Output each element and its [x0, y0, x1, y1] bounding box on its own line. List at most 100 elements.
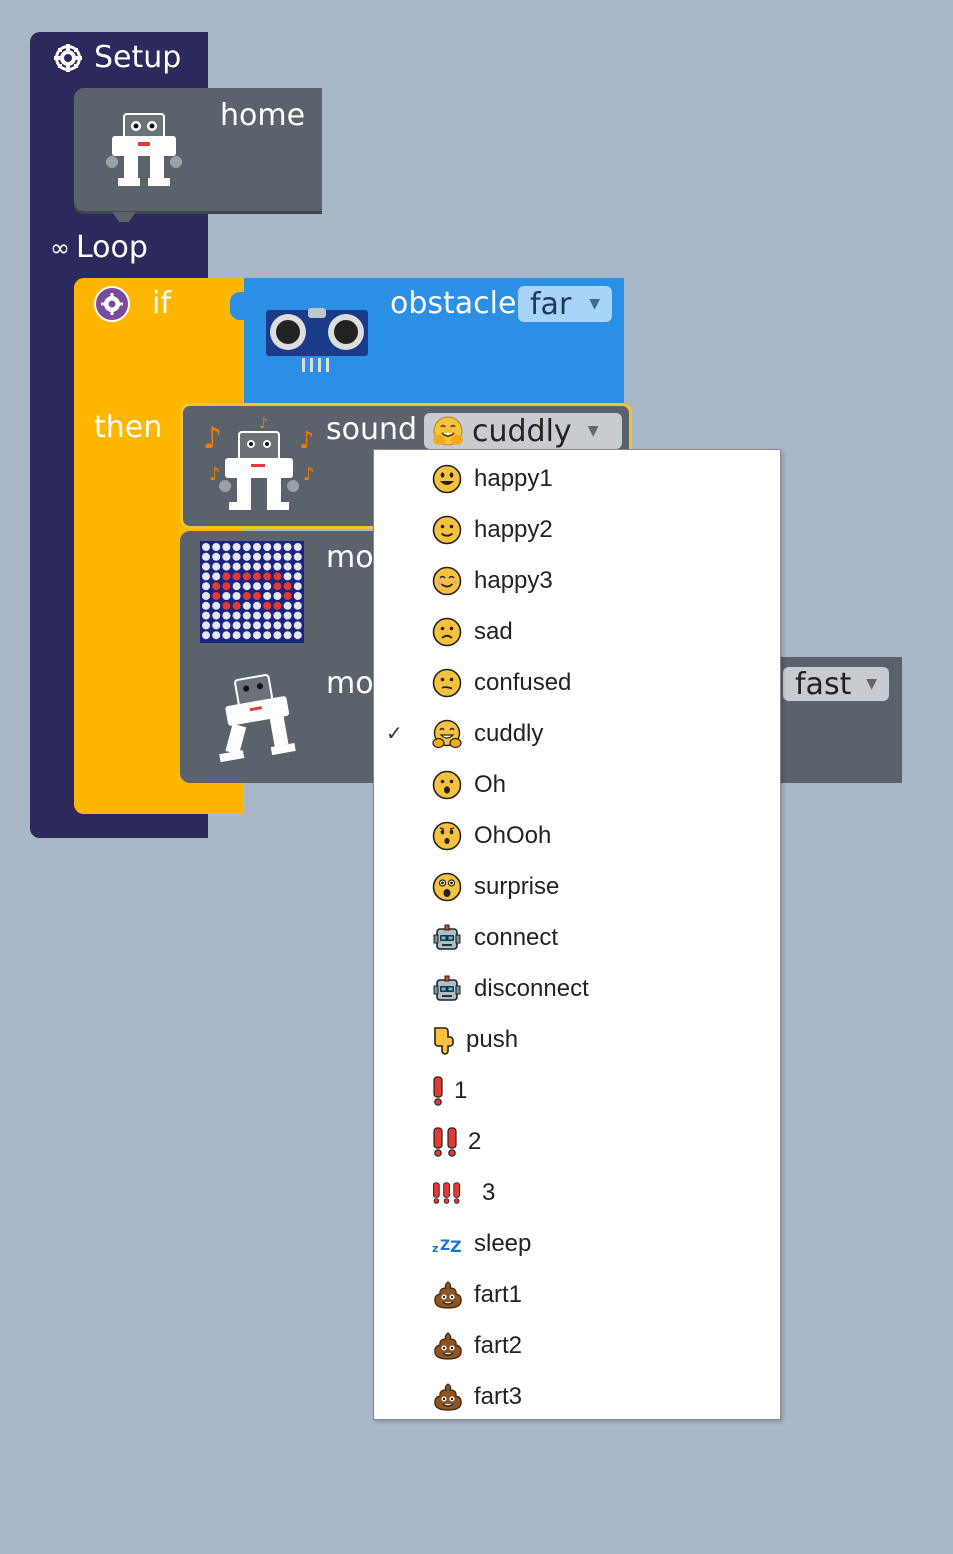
led-dot: [263, 631, 272, 640]
led-dot: [273, 631, 282, 640]
led-dot: [253, 621, 261, 630]
led-dot: [263, 611, 272, 620]
menu-item-push[interactable]: push: [374, 1014, 780, 1065]
led-dot: [212, 562, 221, 571]
menu-item-oh[interactable]: Oh: [374, 759, 780, 810]
menu-item-sad[interactable]: sad: [374, 606, 780, 657]
open-mouth-face-icon: [432, 770, 464, 800]
robot-icon: [106, 113, 182, 186]
led-dot: [202, 562, 210, 571]
led-dot: [232, 582, 241, 591]
menu-item-fart3[interactable]: fart3: [374, 1371, 780, 1422]
mutator-gear-icon[interactable]: [94, 286, 130, 322]
smiling-face-icon: [432, 566, 464, 596]
speed-dropdown[interactable]: fast ▼: [783, 667, 889, 702]
menu-item-label: fart2: [474, 1331, 523, 1359]
menu-item-ohooh[interactable]: OhOoh: [374, 810, 780, 861]
puzzle-tab: [230, 292, 248, 320]
poop-icon: [432, 1382, 464, 1412]
led-dot: [212, 592, 221, 600]
menu-item-label: push: [466, 1025, 519, 1053]
if-block-footer: [74, 796, 244, 814]
menu-item-surprise[interactable]: surprise: [374, 861, 780, 912]
menu-item-confused[interactable]: confused: [374, 657, 780, 708]
led-dot: [293, 582, 302, 591]
dropdown-arrow-icon: ▼: [866, 676, 877, 692]
led-dot: [202, 601, 210, 610]
led-dot: [253, 552, 261, 561]
led-dot: [212, 611, 221, 620]
exclamation-2-icon: [432, 1126, 464, 1157]
menu-item-label: happy3: [474, 566, 553, 594]
gear-small-icon: [101, 293, 123, 315]
led-dot: [273, 621, 282, 630]
led-dot: [253, 543, 261, 551]
menu-item-3[interactable]: 3: [374, 1167, 780, 1218]
poop-icon: [432, 1331, 464, 1361]
led-dot: [222, 582, 231, 591]
led-dot: [212, 631, 221, 640]
sound-dropdown[interactable]: cuddly ▼: [424, 413, 622, 449]
led-dot: [212, 621, 221, 630]
led-dot: [212, 601, 221, 610]
svg-text:♪: ♪: [299, 426, 314, 454]
led-dot: [293, 631, 302, 640]
menu-item-fart1[interactable]: fart1: [374, 1269, 780, 1320]
led-dot: [212, 552, 221, 561]
led-dot: [263, 572, 272, 581]
menu-item-label: fart1: [474, 1280, 523, 1308]
led-dot: [222, 611, 231, 620]
menu-item-happy1[interactable]: happy1: [374, 453, 780, 504]
led-dot: [232, 543, 241, 551]
led-dot: [222, 621, 231, 630]
led-dot: [232, 611, 241, 620]
sound-dropdown-menu: happy1 happy2 happy3 sad confused ✓ cudd…: [373, 449, 781, 1420]
led-dot: [273, 572, 282, 581]
distance-dropdown[interactable]: far ▼: [518, 286, 612, 322]
led-dot: [273, 543, 282, 551]
led-dot: [242, 572, 251, 581]
astonished-face-icon: [432, 872, 464, 902]
menu-item-label: 2: [468, 1127, 482, 1155]
slightly-smiling-face-icon: [432, 515, 464, 545]
menu-item-label: surprise: [474, 872, 560, 900]
menu-item-label: fart3: [474, 1382, 523, 1410]
led-dot: [242, 621, 251, 630]
led-dot: [232, 631, 241, 640]
hugging-face-icon: [433, 416, 463, 446]
led-dot: [212, 543, 221, 551]
walking-robot-icon: [219, 674, 296, 763]
menu-item-happy3[interactable]: happy3: [374, 555, 780, 606]
distance-dropdown-value: far: [530, 286, 572, 322]
menu-item-fart2[interactable]: fart2: [374, 1320, 780, 1371]
loop-header: ∞ Loop: [50, 230, 148, 265]
menu-item-disconnect[interactable]: disconnect: [374, 963, 780, 1014]
led-dot: [253, 631, 261, 640]
menu-item-1[interactable]: 1: [374, 1065, 780, 1116]
menu-item-label: confused: [474, 668, 572, 696]
led-dot: [273, 592, 282, 600]
led-dot: [232, 552, 241, 561]
led-dot: [242, 543, 251, 551]
led-dot: [253, 601, 261, 610]
led-dot: [293, 552, 302, 561]
led-dot: [242, 611, 251, 620]
menu-item-sleep[interactable]: z Z Z sleep: [374, 1218, 780, 1269]
menu-item-label: OhOoh: [474, 821, 552, 849]
led-dot: [222, 572, 231, 581]
menu-item-label: cuddly: [474, 719, 544, 747]
menu-item-happy2[interactable]: happy2: [374, 504, 780, 555]
menu-item-label: connect: [474, 923, 559, 951]
menu-item-2[interactable]: 2: [374, 1116, 780, 1167]
menu-item-label: happy1: [474, 464, 553, 492]
led-dot: [232, 562, 241, 571]
svg-text:♪: ♪: [259, 416, 268, 432]
menu-item-connect[interactable]: connect: [374, 912, 780, 963]
led-dot: [263, 582, 272, 591]
setup-title: Setup: [94, 40, 182, 75]
svg-text:Z: Z: [440, 1238, 450, 1254]
menu-item-cuddly[interactable]: ✓ cuddly: [374, 708, 780, 759]
led-dot: [253, 562, 261, 571]
home-label: home: [220, 98, 306, 133]
led-dot: [222, 543, 231, 551]
